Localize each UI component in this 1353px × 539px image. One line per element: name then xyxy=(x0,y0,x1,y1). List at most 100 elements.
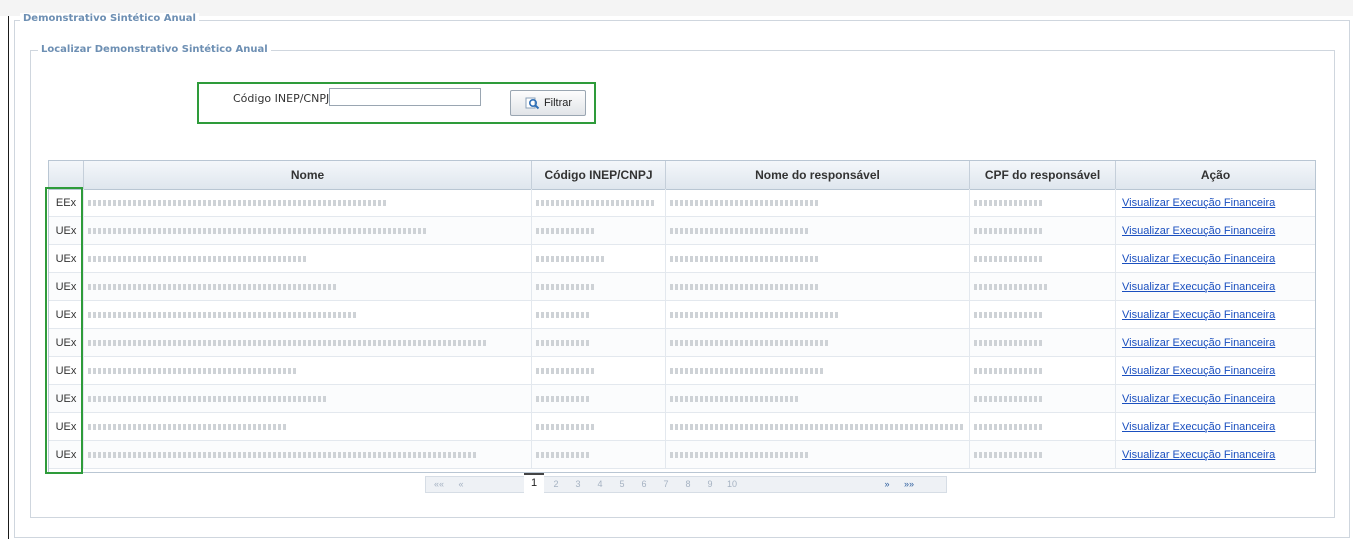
page-link[interactable]: 5 xyxy=(616,477,628,492)
row-responsavel xyxy=(666,301,970,329)
redacted-text xyxy=(974,200,1044,207)
table-row: UEx Visualizar Execução Financeira xyxy=(49,357,1315,385)
row-cpf xyxy=(970,217,1116,245)
page-link[interactable]: 8 xyxy=(682,477,694,492)
row-codigo xyxy=(532,441,666,469)
visualizar-execucao-link[interactable]: Visualizar Execução Financeira xyxy=(1116,197,1275,209)
row-cpf xyxy=(970,329,1116,357)
header-responsavel[interactable]: Nome do responsável xyxy=(666,161,970,189)
redacted-text xyxy=(974,340,1044,347)
row-nome xyxy=(84,413,532,441)
row-codigo xyxy=(532,413,666,441)
row-codigo xyxy=(532,301,666,329)
table-row: UEx Visualizar Execução Financeira xyxy=(49,441,1315,469)
row-codigo xyxy=(532,357,666,385)
row-type-label: UEx xyxy=(55,225,77,237)
row-nome xyxy=(84,189,532,217)
row-responsavel xyxy=(666,273,970,301)
redacted-text xyxy=(536,424,596,431)
redacted-text xyxy=(974,396,1044,403)
page-link[interactable]: 3 xyxy=(572,477,584,492)
row-responsavel xyxy=(666,413,970,441)
table-row: UEx Visualizar Execução Financeira xyxy=(49,301,1315,329)
prev-page-icon[interactable]: « xyxy=(454,477,468,492)
redacted-text xyxy=(88,396,328,403)
table-body: EEx Visualizar Execução Financeira UEx Visu… xyxy=(49,189,1315,469)
redacted-text xyxy=(536,452,591,459)
row-codigo xyxy=(532,385,666,413)
row-nome xyxy=(84,441,532,469)
row-acao: Visualizar Execução Financeira xyxy=(1116,385,1315,413)
page-link[interactable]: 2 xyxy=(550,477,562,492)
redacted-text xyxy=(536,368,596,375)
row-type-label: UEx xyxy=(55,281,77,293)
panel-title: Demonstrativo Sintético Anual xyxy=(20,13,199,24)
redacted-text xyxy=(88,256,308,263)
next-page-icon[interactable]: » xyxy=(881,477,893,492)
visualizar-execucao-link[interactable]: Visualizar Execução Financeira xyxy=(1116,449,1275,461)
row-type: UEx xyxy=(49,301,84,329)
row-codigo xyxy=(532,273,666,301)
row-type-label: UEx xyxy=(55,337,77,349)
page-link[interactable]: 4 xyxy=(594,477,606,492)
row-cpf xyxy=(970,441,1116,469)
visualizar-execucao-link[interactable]: Visualizar Execução Financeira xyxy=(1116,309,1275,321)
page-link[interactable]: 6 xyxy=(638,477,650,492)
row-type: UEx xyxy=(49,357,84,385)
row-type-label: UEx xyxy=(55,253,77,265)
last-page-icon[interactable]: »» xyxy=(901,477,917,492)
current-page[interactable]: 1 xyxy=(524,473,544,494)
inep-cnpj-input[interactable] xyxy=(329,88,481,106)
redacted-text xyxy=(670,424,965,431)
visualizar-execucao-link[interactable]: Visualizar Execução Financeira xyxy=(1116,337,1275,349)
header-cpf[interactable]: CPF do responsável xyxy=(970,161,1116,189)
visualizar-execucao-link[interactable]: Visualizar Execução Financeira xyxy=(1116,365,1275,377)
visualizar-execucao-link[interactable]: Visualizar Execução Financeira xyxy=(1116,253,1275,265)
row-type-label: UEx xyxy=(55,365,77,377)
row-nome xyxy=(84,217,532,245)
row-responsavel xyxy=(666,385,970,413)
redacted-text xyxy=(974,368,1044,375)
row-codigo xyxy=(532,329,666,357)
row-nome xyxy=(84,245,532,273)
table-row: UEx Visualizar Execução Financeira xyxy=(49,273,1315,301)
redacted-text xyxy=(670,452,810,459)
visualizar-execucao-link[interactable]: Visualizar Execução Financeira xyxy=(1116,393,1275,405)
row-codigo xyxy=(532,189,666,217)
header-nome[interactable]: Nome xyxy=(84,161,532,189)
page-link[interactable]: 9 xyxy=(704,477,716,492)
row-type: UEx xyxy=(49,441,84,469)
results-table: Nome Código INEP/CNPJ Nome do responsáve… xyxy=(48,160,1316,473)
row-nome xyxy=(84,357,532,385)
redacted-text xyxy=(88,200,388,207)
visualizar-execucao-link[interactable]: Visualizar Execução Financeira xyxy=(1116,281,1275,293)
redacted-text xyxy=(670,256,820,263)
filter-button[interactable]: Filtrar xyxy=(510,90,586,116)
redacted-text xyxy=(536,256,606,263)
row-codigo xyxy=(532,217,666,245)
page-link[interactable]: 10 xyxy=(724,477,740,492)
first-page-icon[interactable]: «« xyxy=(432,477,446,492)
row-nome xyxy=(84,329,532,357)
pagination: «« « 1 2 3 4 5 6 7 8 9 10 » »» xyxy=(425,473,947,494)
redacted-text xyxy=(670,312,840,319)
page-link[interactable]: 7 xyxy=(660,477,672,492)
row-type: UEx xyxy=(49,217,84,245)
visualizar-execucao-link[interactable]: Visualizar Execução Financeira xyxy=(1116,421,1275,433)
row-cpf xyxy=(970,385,1116,413)
row-type: UEx xyxy=(49,245,84,273)
visualizar-execucao-link[interactable]: Visualizar Execução Financeira xyxy=(1116,225,1275,237)
filter-label: Código INEP/CNPJ xyxy=(233,92,330,105)
table-row: UEx Visualizar Execução Financeira xyxy=(49,413,1315,441)
table-row: UEx Visualizar Execução Financeira xyxy=(49,385,1315,413)
row-acao: Visualizar Execução Financeira xyxy=(1116,189,1315,217)
table-row: EEx Visualizar Execução Financeira xyxy=(49,189,1315,217)
search-panel-title: Localizar Demonstrativo Sintético Anual xyxy=(38,44,271,55)
redacted-text xyxy=(670,284,820,291)
filter-button-label: Filtrar xyxy=(543,97,573,109)
row-cpf xyxy=(970,413,1116,441)
header-codigo[interactable]: Código INEP/CNPJ xyxy=(532,161,666,189)
row-responsavel xyxy=(666,245,970,273)
redacted-text xyxy=(536,396,591,403)
row-cpf xyxy=(970,301,1116,329)
